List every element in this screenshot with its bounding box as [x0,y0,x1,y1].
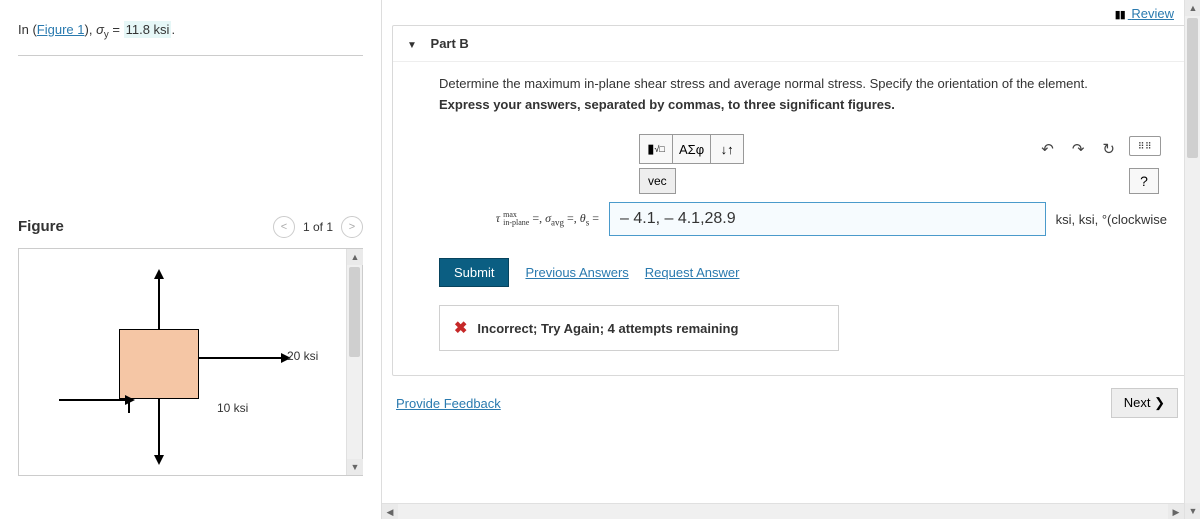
templates-button[interactable]: ▮√□ [639,134,673,164]
answer-input[interactable] [609,202,1046,236]
figure-next-button[interactable]: > [341,216,363,238]
feedback-box: ✖ Incorrect; Try Again; 4 attempts remai… [439,305,839,351]
problem-statement: In (Figure 1), σy = 11.8 ksi. [18,14,363,56]
label-bottom-stress: 10 ksi [217,401,248,415]
review-link[interactable]: ▮▮ Review [1115,6,1174,21]
part-card: ▼ Part B Determine the maximum in-plane … [392,25,1190,376]
figure-page-label: 1 of 1 [303,220,333,234]
footer-row: Provide Feedback Next ❯ [382,376,1200,428]
redo-button[interactable]: ↷ [1068,136,1089,162]
figure-link[interactable]: Figure 1 [37,22,85,37]
problem-suffix-before: ), σy [85,22,109,37]
request-answer-link[interactable]: Request Answer [645,265,740,280]
prompt-description: Determine the maximum in-plane shear str… [439,76,1167,91]
figure-diagram: 20 ksi 10 ksi [19,249,346,475]
feedback-text: Incorrect; Try Again; 4 attempts remaini… [477,321,738,336]
next-button[interactable]: Next ❯ [1111,388,1178,418]
previous-answers-link[interactable]: Previous Answers [525,265,628,280]
provide-feedback-link[interactable]: Provide Feedback [396,396,501,411]
greek-button[interactable]: ΑΣφ [672,134,711,164]
equation-toolbar: ▮√□ ΑΣφ ↓↑ ↶ ↷ ↻ ⠿⠿ [639,132,1167,166]
part-header[interactable]: ▼ Part B [393,26,1189,62]
figure-pager: < 1 of 1 > [273,216,363,238]
left-panel: In (Figure 1), σy = 11.8 ksi. Figure < 1… [0,0,382,519]
prompt-instructions: Express your answers, separated by comma… [439,97,1167,112]
part-title: Part B [431,36,469,51]
answer-row: τ maxin-plane =, σavg =, θs = ksi, ksi, … [439,202,1167,236]
answer-units: ksi, ksi, °(clockwise [1056,212,1167,227]
problem-prefix: In ( [18,22,37,37]
swap-button[interactable]: ↓↑ [710,134,744,164]
help-button[interactable]: ? [1129,168,1159,194]
review-icon: ▮▮ [1115,8,1125,21]
submit-button[interactable]: Submit [439,258,509,287]
vec-button[interactable]: vec [639,168,676,194]
given-value: 11.8 ksi [124,21,172,38]
undo-button[interactable]: ↶ [1037,136,1058,162]
collapse-icon: ▼ [407,40,417,51]
figure-title: Figure [18,218,64,235]
answer-variables: τ maxin-plane =, σavg =, θs = [439,211,599,227]
figure-box: 20 ksi 10 ksi ▲ ▼ [18,248,363,476]
figure-header: Figure < 1 of 1 > [18,216,363,238]
figure-prev-button[interactable]: < [273,216,295,238]
horizontal-scrollbar[interactable]: ◀ ▶ [382,503,1184,519]
right-panel: ▮▮ Review ▼ Part B Determine the maximum… [382,0,1200,519]
vertical-scrollbar[interactable]: ▲ ▼ [1184,0,1200,519]
incorrect-icon: ✖ [454,318,467,338]
label-right-stress: 20 ksi [287,349,318,363]
stress-element [119,329,199,399]
reset-button[interactable]: ↻ [1098,136,1119,162]
keyboard-button[interactable]: ⠿⠿ [1129,136,1161,156]
figure-scrollbar[interactable]: ▲ ▼ [346,249,362,475]
